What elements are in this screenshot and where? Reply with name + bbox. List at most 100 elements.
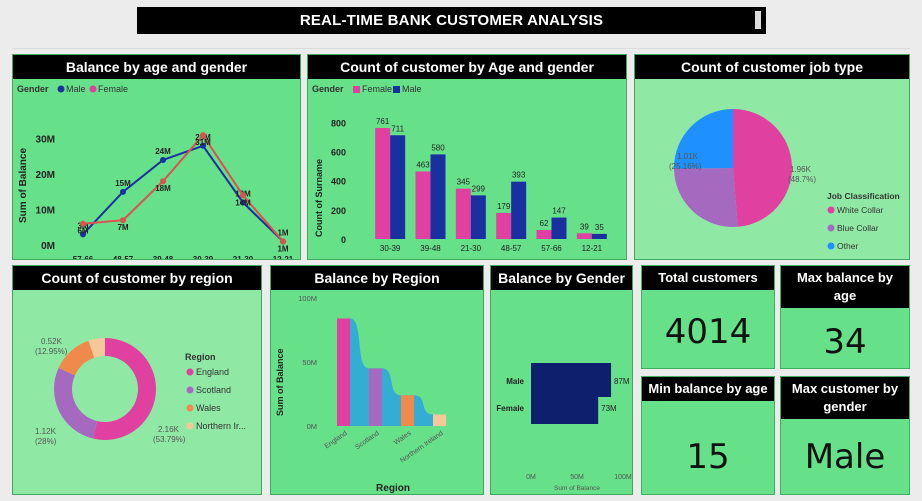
x-tick-label: 50M bbox=[570, 474, 584, 481]
panel-job-type[interactable]: Count of customer job type 1.96K (48.7%) 1… bbox=[634, 54, 910, 260]
data-label: 179 bbox=[497, 202, 511, 211]
x-tick-label: 0M bbox=[526, 474, 536, 481]
bar-chart-count-age-gender: Gender Female Male Count of Surname 0 200 400 6… bbox=[312, 84, 607, 260]
bar-male bbox=[591, 233, 607, 239]
kpi-label: Max balance by age bbox=[781, 266, 909, 308]
y-tick-label: 10M bbox=[36, 206, 55, 217]
legend-label: Male bbox=[402, 84, 422, 94]
panel-balance-age-gender[interactable]: Balance by age and gender Gender Male Fema… bbox=[12, 54, 301, 260]
y-tick-label: 600 bbox=[331, 147, 346, 157]
y-tick-label: 30M bbox=[36, 135, 55, 146]
data-label: 24M bbox=[155, 147, 171, 156]
slice-white-collar bbox=[733, 109, 793, 227]
panel-title: Count of customer by Age and gender bbox=[308, 55, 626, 79]
legend-marker bbox=[186, 368, 194, 376]
data-label-pct: (48.7%) bbox=[788, 175, 816, 184]
bar-male bbox=[511, 181, 527, 239]
kpi-max-balance-age[interactable]: Max balance by age 34 bbox=[780, 265, 910, 369]
legend-label: Female bbox=[98, 84, 128, 94]
bar-male bbox=[430, 154, 446, 239]
data-label: 1M bbox=[277, 244, 288, 253]
legend-label: White Collar bbox=[837, 205, 883, 215]
hbar-chart-balance-gender: Male 87M Female 73M 0M 50M 100M Sum of Balance bbox=[496, 363, 632, 492]
panel-count-region[interactable]: Count of customer by region 2.16K (53.79%… bbox=[12, 265, 262, 495]
legend-marker bbox=[89, 85, 97, 93]
data-label: 147 bbox=[552, 207, 566, 216]
header-divider bbox=[12, 48, 910, 49]
kpi-value: 4014 bbox=[664, 312, 752, 352]
legend-marker bbox=[827, 242, 835, 250]
data-point bbox=[120, 188, 126, 195]
pie-chart-job-type: 1.96K(48.7%)1.05K(26.13%)1.01K(25.16%)Jo… bbox=[669, 109, 900, 251]
line-chart-balance-age-gender: Gender Male Female Sum of Balance 0M 10M 20M 30… bbox=[17, 84, 294, 260]
kpi-label: Total customers bbox=[642, 266, 774, 290]
x-axis-label: range bbox=[476, 258, 506, 260]
data-label: 345 bbox=[457, 178, 471, 187]
x-tick-label: 30-39 bbox=[380, 244, 401, 253]
kpi-min-balance-age[interactable]: Min balance by age 15 bbox=[641, 376, 775, 495]
bar-female bbox=[415, 171, 431, 239]
panel-title: Balance by Region bbox=[271, 266, 483, 290]
data-label: 87M bbox=[614, 377, 630, 386]
panel-balance-gender[interactable]: Balance by Gender Male 87M Female 73M 0M 50M 1… bbox=[490, 265, 633, 495]
kpi-label: Max customer by gender bbox=[781, 377, 909, 419]
legend-label: Blue Collar bbox=[837, 223, 879, 233]
kpi-label: Min balance by age bbox=[642, 377, 774, 401]
legend-marker bbox=[186, 386, 194, 394]
slice-wales bbox=[58, 340, 95, 376]
bar-female bbox=[375, 127, 391, 239]
x-tick-label: 30-39 bbox=[193, 255, 214, 260]
panel-balance-region[interactable]: Balance by Region Sum of Balance 0M 50M 100… bbox=[270, 265, 484, 495]
panel-title: Count of customer job type bbox=[635, 55, 909, 79]
kpi-total-customers[interactable]: Total customers 4014 bbox=[641, 265, 775, 369]
data-label-pct: (12.95%) bbox=[35, 347, 68, 356]
legend-marker bbox=[827, 224, 835, 232]
legend-label: Scotland bbox=[196, 385, 231, 395]
bar-male bbox=[390, 135, 406, 239]
x-tick-label: 21-30 bbox=[233, 255, 254, 260]
data-label: 1.01K bbox=[677, 152, 699, 161]
bar-region bbox=[369, 368, 382, 426]
kpi-value: 34 bbox=[823, 322, 867, 362]
legend-label: Female bbox=[362, 84, 392, 94]
data-label: 39 bbox=[580, 222, 589, 231]
legend-marker bbox=[186, 404, 194, 412]
legend-marker bbox=[393, 86, 400, 93]
data-label: 1.96K bbox=[790, 165, 812, 174]
title-scroll-marker bbox=[755, 11, 761, 29]
x-tick-label: 39-48 bbox=[420, 244, 441, 253]
panel-count-age-gender[interactable]: Count of customer by Age and gender Gend… bbox=[307, 54, 627, 260]
legend-title: Gender bbox=[312, 84, 344, 94]
data-label: 580 bbox=[431, 143, 445, 152]
x-tick-label: 39-48 bbox=[153, 255, 174, 260]
legend-marker bbox=[827, 206, 835, 214]
bar-male bbox=[470, 195, 486, 239]
data-label-pct: (28%) bbox=[35, 437, 57, 446]
x-tick-label: 100M bbox=[614, 474, 632, 481]
y-tick-label: 100M bbox=[298, 294, 317, 303]
slice-scotland bbox=[54, 367, 98, 439]
panel-title: Balance by Gender bbox=[491, 266, 632, 290]
legend-label: Male bbox=[66, 84, 86, 94]
y-tick-label: 200 bbox=[331, 206, 346, 216]
x-tick-label: 57-66 bbox=[541, 244, 562, 253]
data-label: 393 bbox=[512, 171, 526, 180]
kpi-max-customer-gender[interactable]: Max customer by gender Male bbox=[780, 376, 910, 495]
data-label: 7M bbox=[117, 223, 128, 232]
bar-region bbox=[433, 414, 446, 426]
data-label: 711 bbox=[391, 124, 404, 133]
data-label: 73M bbox=[601, 404, 617, 413]
x-tick-label: Scotland bbox=[354, 430, 380, 451]
bar-female bbox=[455, 188, 471, 239]
bar-male bbox=[551, 217, 567, 239]
data-label-pct: (53.79%) bbox=[153, 435, 186, 444]
series-line-female bbox=[82, 133, 284, 243]
legend-marker bbox=[353, 86, 360, 93]
data-label: 35 bbox=[595, 223, 604, 232]
y-tick-label: 800 bbox=[331, 118, 346, 128]
legend-marker bbox=[186, 422, 194, 430]
y-tick-label: 400 bbox=[331, 177, 346, 187]
y-tick-label: Male bbox=[506, 377, 524, 386]
bar-female bbox=[536, 229, 552, 239]
y-axis-label: Sum of Balance bbox=[18, 148, 29, 223]
